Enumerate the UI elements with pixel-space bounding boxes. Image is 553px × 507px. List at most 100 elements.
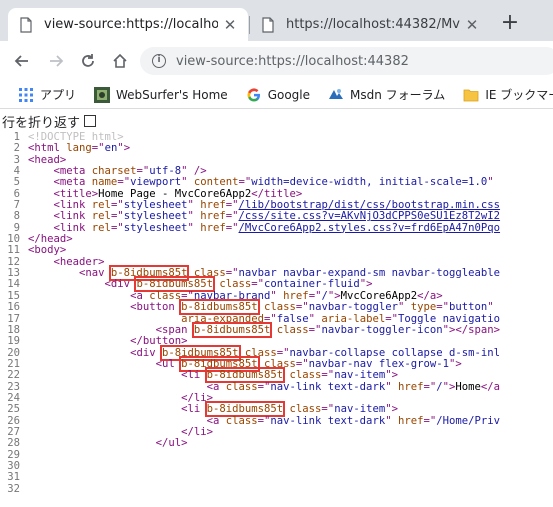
- bookmark-label: Google: [267, 87, 311, 102]
- bookmark-ie[interactable]: IE ブックマーク: [463, 86, 553, 103]
- bookmark-google[interactable]: Google: [246, 87, 310, 103]
- code-token: href: [283, 289, 309, 302]
- code-token: class: [225, 380, 258, 393]
- code-token: =": [295, 301, 309, 314]
- back-arrow-icon[interactable]: [10, 49, 34, 73]
- code-token: ">: [385, 369, 398, 382]
- home-icon[interactable]: [108, 49, 132, 73]
- line-wrap-label: 行を折り返す: [2, 115, 81, 131]
- highlighted-attribute: b-8idbums85t: [191, 321, 273, 338]
- code-token: =": [110, 210, 124, 223]
- code-token: href: [200, 199, 226, 212]
- code-token: ">: [359, 278, 373, 291]
- code-token: type: [410, 301, 437, 314]
- code-token: </ul>: [155, 437, 188, 450]
- page-icon: [20, 16, 32, 33]
- source-line: 30: [0, 460, 553, 472]
- tab-localhost[interactable]: https://localhost:44382/MvcCore ✕: [250, 8, 490, 41]
- page-icon: [262, 16, 274, 33]
- close-icon[interactable]: ✕: [222, 16, 238, 34]
- info-icon[interactable]: i: [152, 54, 166, 68]
- reload-icon[interactable]: [76, 49, 100, 73]
- code-token: Home: [455, 380, 481, 393]
- source-link[interactable]: /css/site.css?v=AKvNjO3dCPPS0eSU1Ez8T2wI…: [239, 210, 501, 222]
- code-token: <button: [130, 301, 182, 314]
- code-token: </head>: [28, 233, 73, 246]
- source-line: 2 <html lang="en">: [0, 142, 553, 154]
- line-code: <a class="nav-link text-dark" href="/">H…: [28, 381, 500, 393]
- line-code: <meta name="viewport" content="width=dev…: [28, 176, 494, 188]
- code-token: <header>: [53, 255, 105, 268]
- code-token: ": [187, 199, 201, 212]
- msdn-icon: [329, 88, 344, 99]
- line-code: <title>Home Page - MvcCore6App2</title>: [28, 187, 303, 200]
- highlighted-attribute: b-8idbums85t: [159, 344, 241, 361]
- line-code: <button b-8idbums85t class="navbar-toggl…: [28, 299, 494, 316]
- code-token: viewport: [130, 176, 182, 189]
- code-token: rel: [91, 221, 111, 234]
- code-token: ": [385, 414, 398, 427]
- code-token: aria-label: [321, 312, 386, 325]
- code-token: ": [397, 301, 411, 314]
- close-icon[interactable]: ✕: [464, 16, 480, 34]
- line-code: <a class="navbar-brand" href="/">MvcCore…: [28, 290, 443, 302]
- line-number: 25: [7, 403, 20, 416]
- bookmark-apps[interactable]: アプリ: [18, 86, 76, 103]
- code-token: ">: [442, 380, 456, 393]
- code-token: navbar-collapse collapse d-sm-inl: [289, 346, 501, 359]
- code-token: <!DOCTYPE html>: [28, 132, 124, 143]
- code-token: nav-link text-dark: [270, 380, 386, 393]
- code-token: /Home/Priv: [436, 414, 501, 427]
- line-wrap-checkbox[interactable]: [84, 115, 97, 127]
- line-number: 28: [7, 437, 20, 450]
- line-number: 31: [7, 471, 20, 484]
- source-link[interactable]: /MvcCore6App2.styles.css?v=frd6EpA47n0Pq…: [239, 222, 501, 234]
- code-token: charset: [91, 165, 137, 178]
- tab-title: view-source:https://localhost:443: [44, 17, 218, 32]
- new-tab-plus-icon[interactable]: +: [496, 10, 524, 38]
- code-token: =": [308, 323, 322, 336]
- highlighted-attribute: b-8idbums85t: [134, 276, 215, 293]
- line-code: <div b-8idbums85t class="container-fluid…: [28, 276, 373, 293]
- forward-arrow-icon[interactable]: [44, 49, 68, 73]
- source-line: 9 <link rel="stylesheet" href="/MvcCore6…: [0, 221, 553, 234]
- code-token: <div: [130, 346, 162, 359]
- google-icon: [247, 87, 260, 101]
- code-token: =": [264, 312, 277, 325]
- code-token: ">: [385, 403, 398, 416]
- address-bar[interactable]: i view-source:https://localhost:44382: [140, 47, 553, 75]
- code-token: ": [487, 176, 494, 189]
- code-token: Home Page - MvcCore6App2: [98, 187, 252, 200]
- line-code: <li b-8idbums85t class="nav-item">: [28, 401, 398, 418]
- code-token: <body>: [28, 244, 67, 257]
- bookmark-msdn[interactable]: Msdn フォーラム: [328, 86, 445, 103]
- tab-view-source[interactable]: view-source:https://localhost:443 ✕: [8, 8, 248, 41]
- code-token: class: [276, 323, 309, 336]
- code-token: aria-expanded: [181, 312, 264, 325]
- code-token: navbar-toggler: [308, 301, 398, 314]
- apps-grid-icon: [19, 87, 33, 102]
- line-number: 19: [7, 335, 20, 348]
- code-token: ">: [449, 357, 462, 370]
- code-token: =": [110, 199, 124, 212]
- code-token: class: [289, 369, 322, 382]
- bookmark-websurfer[interactable]: WebSurfer's Home: [94, 86, 228, 103]
- code-token: =": [225, 221, 239, 234]
- code-token: ": [270, 289, 284, 302]
- code-token: nav-item: [334, 403, 386, 416]
- source-line: 32: [0, 482, 553, 495]
- line-number: 32: [7, 482, 20, 495]
- line-code: </li>: [28, 426, 213, 438]
- line-number: 22: [7, 369, 20, 382]
- line-code: <html lang="en">: [28, 142, 130, 154]
- code-token: lang: [66, 142, 92, 155]
- code-token: =": [423, 414, 437, 427]
- source-link[interactable]: /lib/bootstrap/dist/css/bootstrap.min.cs…: [239, 199, 501, 211]
- code-token: class: [149, 289, 182, 302]
- line-code: <header>: [28, 256, 105, 268]
- code-token: navbar-toggler-icon: [321, 323, 443, 336]
- bookmark-label: WebSurfer's Home: [116, 87, 228, 102]
- line-wrap-control: 行を折り返す: [0, 110, 553, 132]
- code-token: =": [251, 278, 265, 291]
- code-token: Toggle navigatio: [397, 312, 501, 325]
